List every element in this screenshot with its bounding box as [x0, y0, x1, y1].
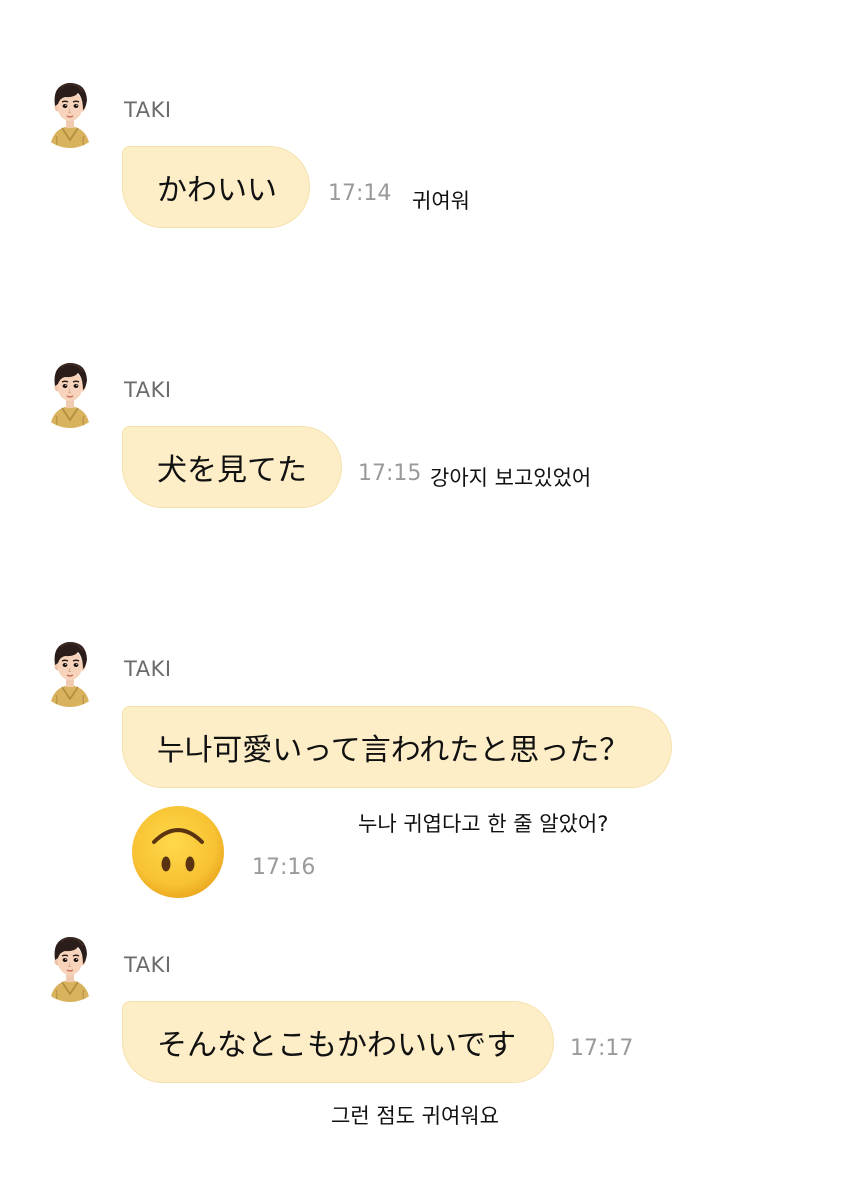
message-bubble[interactable]: かわいい — [122, 146, 310, 228]
sender-name: TAKI — [124, 378, 172, 402]
translation-text: 귀여워 — [412, 189, 470, 213]
sender-name: TAKI — [124, 98, 172, 122]
translation-text: 강아지 보고있었어 — [430, 466, 592, 490]
sender-name: TAKI — [124, 657, 172, 681]
upside-down-face-emoji[interactable] — [130, 804, 226, 900]
translation-text: 그런 점도 귀여워요 — [331, 1104, 499, 1128]
message-time: 17:17 — [570, 1036, 634, 1061]
message-time: 17:14 — [328, 181, 392, 206]
message-bubble[interactable]: 누나可愛いって言われたと思った？ — [122, 706, 672, 788]
emoji-time: 17:16 — [252, 855, 316, 880]
message-bubble[interactable]: そんなとこもかわいいです — [122, 1001, 554, 1083]
sender-name: TAKI — [124, 953, 172, 977]
message-bubble[interactable]: 犬を見てた — [122, 426, 342, 508]
message-time: 17:15 — [358, 461, 422, 486]
translation-text: 누나 귀엽다고 한 줄 알았어? — [358, 812, 609, 836]
boy-avatar-icon[interactable] — [36, 74, 104, 148]
boy-avatar-icon[interactable] — [36, 354, 104, 428]
boy-avatar-icon[interactable] — [36, 928, 104, 1002]
boy-avatar-icon[interactable] — [36, 633, 104, 707]
